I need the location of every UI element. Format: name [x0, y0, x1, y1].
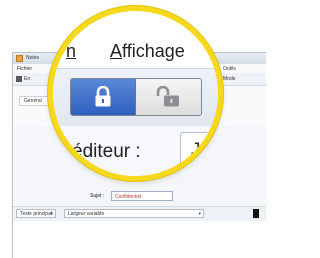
lock-button[interactable]: [71, 79, 136, 115]
magnified-view: n Affichage éditeur: Je: [53, 11, 218, 176]
subject-label: Sujet :: [90, 193, 105, 199]
menu-affichage-rest: ffichage: [122, 41, 185, 61]
magnifier-lens: n Affichage éditeur: Je: [48, 6, 223, 181]
unlock-button[interactable]: [136, 79, 201, 115]
subject-row: Sujet : Confidentiel: [13, 190, 266, 202]
app-icon: [16, 55, 23, 62]
paragraph-style-value: Texte principal: [20, 211, 52, 217]
paragraph-style-select[interactable]: Texte principal ▾: [16, 209, 56, 218]
menu-affichage-mnemonic: A: [110, 41, 123, 61]
subject-value: Confidentiel: [115, 194, 142, 200]
menu-item-partial[interactable]: n: [66, 40, 76, 62]
subject-field[interactable]: Confidentiel: [111, 191, 173, 201]
lock-open-icon: [156, 86, 179, 107]
toolbar-right-label[interactable]: Mode: [223, 76, 236, 82]
magnified-toolbar: [53, 68, 218, 128]
magnified-menubar: n Affichage: [53, 34, 218, 68]
editor-area[interactable]: [13, 221, 266, 258]
chevron-down-icon: ▾: [198, 211, 201, 217]
menu-outils[interactable]: Outils: [223, 66, 236, 72]
editor-value: Je: [191, 140, 212, 161]
toolbar-left-label[interactable]: En: [24, 76, 30, 82]
font-value: Largeur variable: [68, 211, 105, 217]
menu-fichier[interactable]: Fichier: [17, 66, 32, 72]
lock-toggle-group: [70, 78, 202, 116]
text-color-icon[interactable]: [253, 209, 259, 218]
chevron-down-icon: ▾: [50, 211, 53, 217]
menu-affichage[interactable]: Affichage: [110, 40, 185, 62]
screenshot-stage: Notes Fichier Outils En Mode Général Suj…: [0, 0, 266, 258]
lock-closed-icon: [95, 86, 111, 107]
window-title: Notes: [26, 55, 40, 61]
format-toolbar: Texte principal ▾ Largeur variable ▾: [13, 206, 266, 222]
toolbar-icon[interactable]: [16, 76, 22, 82]
editor-label: éditeur :: [72, 141, 141, 162]
tab-general-label: Général: [24, 98, 42, 104]
font-select[interactable]: Largeur variable ▾: [64, 209, 204, 218]
editor-field[interactable]: Je: [180, 132, 218, 170]
magnified-editor-row: éditeur : Je: [53, 126, 218, 176]
